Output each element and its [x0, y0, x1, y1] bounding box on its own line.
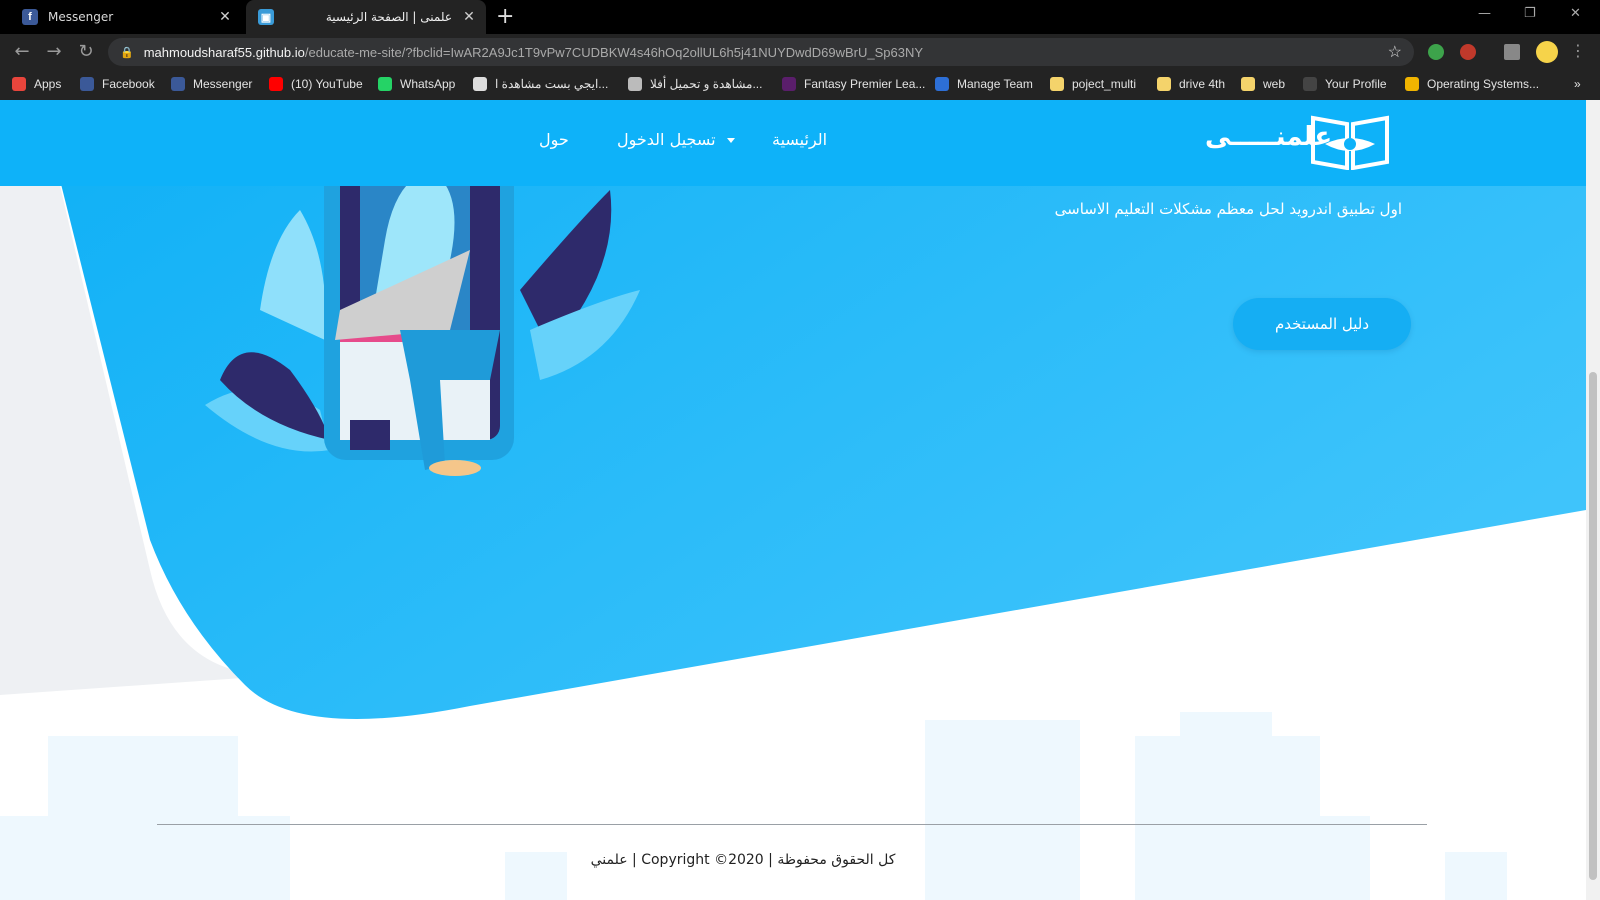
site-navbar: علمنـــــى الرئيسية تسجيل الدخول حول [0, 100, 1586, 186]
dropdown-caret-icon [726, 138, 735, 143]
restore-icon[interactable]: ❐ [1524, 6, 1536, 21]
facebook-icon [80, 77, 94, 91]
bookmark-item[interactable]: Your Profile [1303, 77, 1387, 91]
logo-text[interactable]: علمنـــــى [1205, 122, 1332, 152]
hero-tagline: اول تطبيق اندرويد لحل معظم مشكلات التعلي… [1054, 200, 1402, 218]
bookmark-label: web [1263, 77, 1286, 91]
more-bookmarks-icon[interactable]: » [1574, 77, 1581, 91]
bookmark-item[interactable]: مشاهدة و تحميل أفلا... [628, 77, 762, 91]
bookmark-label: Your Profile [1325, 77, 1387, 91]
nav-home[interactable]: الرئيسية [772, 130, 827, 149]
minimize-icon[interactable]: — [1478, 6, 1491, 21]
bookmark-item[interactable]: Messenger [171, 77, 252, 91]
user-guide-button[interactable]: دليل المستخدم [1233, 298, 1411, 350]
footer-copyright: علمني | Copyright ©2020 | كل الحقوق محفو… [590, 852, 896, 868]
folder-icon [1050, 77, 1064, 91]
address-bar[interactable]: 🔒 mahmoudsharaf55.github.io /educate-me-… [108, 38, 1414, 66]
tab-title: Messenger [48, 10, 114, 24]
globe-icon [628, 77, 642, 91]
bookmark-label: Manage Team [957, 77, 1033, 91]
facebook-icon [171, 77, 185, 91]
github-icon [1303, 77, 1317, 91]
folder-icon [1241, 77, 1255, 91]
back-icon[interactable]: ← [10, 41, 34, 62]
close-tab-icon[interactable]: ✕ [216, 9, 234, 25]
browser-tab-strip: f Messenger ✕ ▣ علمنى | الصفحة الرئيسية … [0, 0, 1600, 34]
bookmark-item[interactable]: Fantasy Premier Lea... [782, 77, 925, 91]
bookmark-item[interactable]: drive 4th [1157, 77, 1225, 91]
bookmark-label: Messenger [193, 77, 253, 91]
bookmark-label: WhatsApp [400, 77, 456, 91]
bookmark-item[interactable]: poject_multi [1050, 77, 1136, 91]
bookmark-item[interactable]: WhatsApp [378, 77, 455, 91]
youtube-icon [269, 77, 283, 91]
apps-grid-icon [12, 77, 26, 91]
bookmark-item[interactable]: Facebook [80, 77, 155, 91]
extension-icon[interactable] [1460, 44, 1476, 60]
bookmark-star-icon[interactable]: ☆ [1388, 42, 1402, 62]
site-icon: ▣ [258, 9, 274, 25]
tab-messenger[interactable]: f Messenger ✕ [10, 0, 242, 34]
bookmark-item[interactable]: Apps [12, 77, 61, 91]
bookmark-item[interactable]: Manage Team [935, 77, 1033, 91]
media-control-icon[interactable] [1504, 44, 1520, 60]
bookmark-label: Operating Systems... [1427, 77, 1540, 91]
bookmark-item[interactable]: web [1241, 77, 1285, 91]
os-icon [1405, 77, 1419, 91]
close-tab-icon[interactable]: ✕ [460, 9, 478, 25]
browser-toolbar: ← → ↻ 🔒 mahmoudsharaf55.github.io /educa… [0, 34, 1600, 70]
new-tab-icon[interactable]: + [496, 4, 514, 29]
team-icon [935, 77, 949, 91]
footer-divider [157, 824, 1427, 825]
tab-title: علمنى | الصفحة الرئيسية [325, 10, 452, 24]
lock-icon: 🔒 [120, 46, 134, 59]
egybest-icon [473, 77, 487, 91]
folder-icon [1157, 77, 1171, 91]
nav-login-dropdown[interactable]: تسجيل الدخول [617, 130, 735, 149]
premier-league-icon [782, 77, 796, 91]
extension-icon[interactable] [1428, 44, 1444, 60]
nav-about[interactable]: حول [539, 130, 569, 149]
tab-active-site[interactable]: ▣ علمنى | الصفحة الرئيسية ✕ [246, 0, 486, 34]
close-window-icon[interactable]: ✕ [1570, 6, 1581, 21]
whatsapp-icon [378, 77, 392, 91]
profile-avatar-icon[interactable] [1536, 41, 1558, 63]
bookmarks-bar: Apps Facebook Messenger (10) YouTube WhatsAp… [0, 70, 1600, 100]
bookmark-label: Apps [34, 77, 62, 91]
bookmark-item[interactable]: (10) YouTube [269, 77, 363, 91]
facebook-icon: f [22, 9, 38, 25]
bookmark-label: poject_multi [1072, 77, 1137, 91]
url-path: /educate-me-site/?fbclid=IwAR2A9Jc1T9vPw… [304, 44, 924, 60]
page-scrollbar-thumb[interactable] [1589, 372, 1597, 880]
hero-illustration [205, 180, 640, 476]
bookmark-label: (10) YouTube [291, 77, 363, 91]
url-host: mahmoudsharaf55.github.io [143, 44, 305, 60]
menu-kebab-icon[interactable]: ⋮ [1566, 41, 1590, 60]
bookmark-item[interactable]: Operating Systems... [1405, 77, 1539, 91]
bookmark-label: ايجي بست مشاهدة ا... [495, 77, 609, 91]
reload-icon[interactable]: ↻ [74, 41, 98, 62]
nav-login-label: تسجيل الدخول [617, 130, 716, 149]
bookmark-label: مشاهدة و تحميل أفلا... [650, 77, 763, 91]
bookmark-label: Facebook [102, 77, 155, 91]
bookmark-label: drive 4th [1179, 77, 1226, 91]
page-viewport: علمنـــــى الرئيسية تسجيل الدخول حول اول… [0, 100, 1586, 900]
bookmark-item[interactable]: ايجي بست مشاهدة ا... [473, 77, 608, 91]
forward-icon[interactable]: → [42, 41, 66, 62]
bookmark-label: Fantasy Premier Lea... [804, 77, 926, 91]
